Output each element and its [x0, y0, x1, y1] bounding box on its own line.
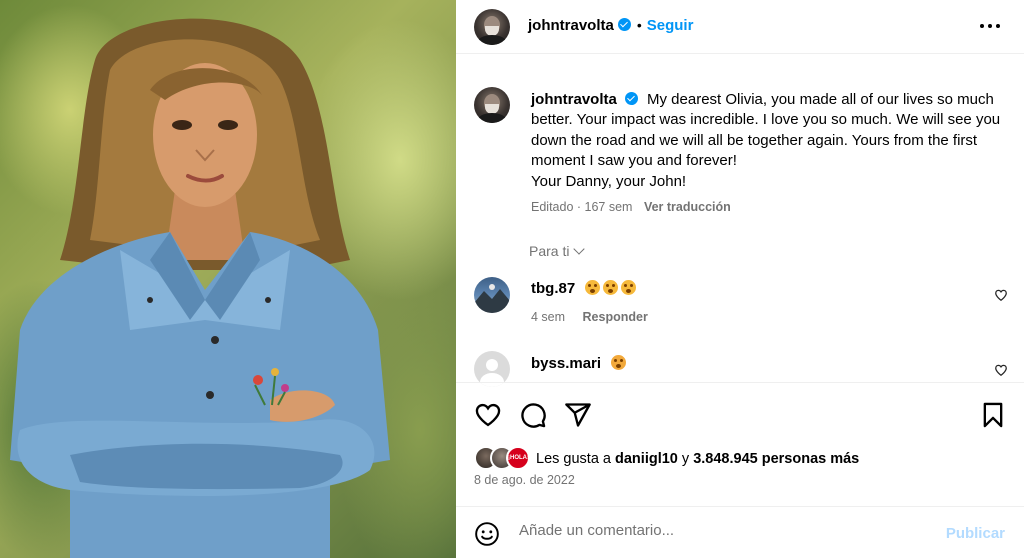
verified-badge-icon: [617, 18, 631, 31]
reply-button[interactable]: Responder: [583, 310, 648, 324]
emoji-icon[interactable]: [474, 521, 500, 547]
crying-emoji-icon: [611, 355, 627, 370]
likes-count-link[interactable]: 3.848.945 personas más: [693, 451, 859, 467]
post-header: johntravolta • Seguir: [456, 0, 1024, 54]
follow-button[interactable]: Seguir: [647, 17, 694, 34]
flushed-emoji-icon: [603, 280, 619, 295]
edited-label: Editado · 167 sem: [531, 200, 633, 214]
comments-filter-label: Para ti: [529, 243, 570, 259]
comment-body: tbg.87: [531, 280, 637, 297]
likes-prefix: Les gusta a: [536, 451, 611, 467]
caption-author-avatar[interactable]: [474, 87, 510, 123]
comment-time: 4 sem: [531, 310, 566, 324]
separator-dot: •: [636, 17, 642, 33]
bookmark-icon[interactable]: [979, 401, 1007, 429]
chevron-down-icon: [573, 243, 586, 255]
more-options-icon[interactable]: [978, 18, 1002, 34]
post-date[interactable]: 8 de ago. de 2022: [474, 473, 575, 487]
add-comment-input[interactable]: [519, 522, 919, 539]
comment-icon[interactable]: [519, 401, 547, 429]
likes-summary: Les gusta a daniigl10 y 3.848.945 person…: [536, 451, 859, 467]
flushed-emoji-icon: [585, 280, 601, 295]
caption-meta: Editado · 167 sem Ver traducción: [531, 200, 731, 214]
author-username[interactable]: johntravolta: [528, 17, 614, 34]
publish-comment-button[interactable]: Publicar: [946, 525, 1005, 542]
post-action-bar: [456, 382, 1024, 442]
verified-badge-icon: [624, 92, 638, 105]
comment-username[interactable]: tbg.87: [531, 280, 575, 297]
heart-icon[interactable]: [474, 401, 502, 429]
first-liker-link[interactable]: daniigl10: [615, 451, 678, 467]
comment-username[interactable]: byss.mari: [531, 355, 601, 372]
flushed-emoji-icon: [621, 280, 637, 295]
comment-avatar-image: [474, 284, 510, 313]
comment-body: byss.mari: [531, 355, 627, 372]
comment-like-heart-icon[interactable]: [994, 363, 1008, 377]
add-comment-bar: Publicar: [456, 506, 1024, 558]
likes-connector: y: [681, 451, 690, 467]
portrait-illustration: [10, 18, 390, 558]
author-avatar[interactable]: [474, 9, 510, 45]
comment-like-heart-icon[interactable]: [994, 288, 1008, 302]
post-caption: johntravolta My dearest Olivia, you made…: [531, 90, 1011, 192]
comment-avatar[interactable]: [474, 277, 510, 313]
share-icon[interactable]: [564, 401, 592, 429]
post-side-panel: johntravolta • Seguir johntravolta My dear…: [456, 0, 1024, 558]
post-photo[interactable]: [0, 0, 456, 558]
comments-filter[interactable]: Para ti: [529, 243, 586, 259]
hola-brand-avatar: ¡HOLA!: [506, 446, 530, 470]
caption-username[interactable]: johntravolta: [531, 91, 617, 108]
comment-meta: 4 sem Responder: [531, 310, 648, 324]
caption-signoff: Your Danny, your John!: [531, 172, 687, 190]
header-title-row: johntravolta • Seguir: [528, 17, 693, 35]
see-translation-link[interactable]: Ver traducción: [644, 200, 731, 214]
